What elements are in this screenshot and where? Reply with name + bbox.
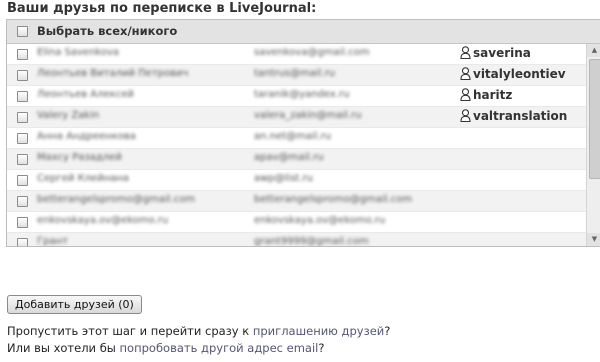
lj-username[interactable]: saverina [473, 46, 531, 60]
friend-email: taranik@yandex.ru [254, 89, 350, 100]
invite-friends-link[interactable]: приглашению друзей [253, 324, 384, 338]
friend-row: Elina Savenkova savenkova@gmail.com save… [7, 44, 587, 65]
page-title: Ваши друзья по переписке в LiveJournal: [7, 1, 317, 16]
other-email-suffix: ? [318, 341, 325, 355]
lj-username[interactable]: valtranslation [473, 109, 567, 123]
lj-user-link[interactable]: saverina [460, 46, 531, 60]
friend-checkbox[interactable] [17, 238, 28, 246]
friend-name: enkovskaya.ov@ekomo.ru [37, 215, 169, 226]
friend-checkbox[interactable] [17, 175, 28, 186]
friend-checkbox[interactable] [17, 154, 28, 165]
friend-row: Сергей Клейнана awp@list.ru [7, 170, 587, 191]
lj-user-link[interactable]: vitalyleontiev [460, 67, 566, 81]
friend-checkbox[interactable] [17, 112, 28, 123]
other-email-line: Или вы хотели бы попробовать другой адре… [7, 341, 324, 355]
scroll-up-arrow-icon[interactable]: ▲ [587, 44, 600, 57]
try-other-email-link[interactable]: попробовать другой адрес email [120, 341, 319, 355]
friend-name: Анна Андреенкова [37, 131, 136, 142]
friend-name: Elina Savenkova [37, 47, 120, 58]
friend-row: Махсу Разадлей apav@mail.ru [7, 149, 587, 170]
friend-name: Махсу Разадлей [37, 152, 122, 163]
lj-user-link[interactable]: haritz [460, 88, 512, 102]
friend-email: valera_zakin@mail.ru [254, 110, 362, 121]
friend-row: Леонтьев Виталий Петрович tantrus@mail.r… [7, 65, 587, 86]
skip-step-line: Пропустить этот шаг и перейти сразу к пр… [7, 324, 390, 338]
friend-checkbox[interactable] [17, 217, 28, 228]
list-scrollbar[interactable]: ▲ ▼ [586, 44, 600, 246]
lj-username[interactable]: haritz [473, 88, 512, 102]
scroll-down-arrow-icon[interactable]: ▼ [587, 233, 600, 246]
friend-checkbox[interactable] [17, 91, 28, 102]
friend-name: Valery Zakin [37, 110, 100, 121]
friend-email: betterangelspromo@gmail.com [254, 194, 413, 205]
lj-user-icon [460, 109, 471, 123]
friend-email: grant9999@gmail.com [254, 236, 369, 247]
friend-email: an.net@mail.ru [254, 131, 332, 142]
lj-user-icon [460, 67, 471, 81]
select-all-label[interactable]: Выбрать всех/никого [37, 24, 177, 38]
friend-email: awp@list.ru [254, 173, 313, 184]
friend-name: betterangelspromo@gmail.com [37, 194, 196, 205]
friend-email: savenkova@gmail.com [254, 47, 370, 58]
friend-row: Анна Андреенкова an.net@mail.ru [7, 128, 587, 149]
scrollbar-thumb[interactable] [589, 59, 600, 179]
friend-email: enkovskaya.ov@ekomo.ru [254, 215, 386, 226]
friend-row: Леонтьев Алексей taranik@yandex.ru harit… [7, 86, 587, 107]
lj-username[interactable]: vitalyleontiev [473, 67, 566, 81]
friend-checkbox[interactable] [17, 133, 28, 144]
skip-step-suffix: ? [384, 324, 391, 338]
lj-user-icon [460, 88, 471, 102]
other-email-text: Или вы хотели бы [7, 341, 120, 355]
lj-user-link[interactable]: valtranslation [460, 109, 567, 123]
friend-name: Сергей Клейнана [37, 173, 130, 184]
friends-list-panel: Выбрать всех/никого Elina Savenkova save… [6, 19, 600, 247]
friend-row: Valery Zakin valera_zakin@mail.ru valtra… [7, 107, 587, 128]
friend-row: betterangelspromo@gmail.com betterangels… [7, 191, 587, 212]
friend-row: Грант grant9999@gmail.com [7, 233, 587, 247]
select-all-row: Выбрать всех/никого [7, 20, 600, 44]
friend-checkbox[interactable] [17, 70, 28, 81]
friend-email: tantrus@mail.ru [254, 68, 336, 79]
friend-name: Грант [37, 236, 68, 247]
lj-user-icon [460, 46, 471, 60]
skip-step-text: Пропустить этот шаг и перейти сразу к [7, 324, 253, 338]
friend-checkbox[interactable] [17, 196, 28, 207]
friend-name: Леонтьев Виталий Петрович [37, 68, 189, 79]
friend-email: apav@mail.ru [254, 152, 324, 163]
friend-row: enkovskaya.ov@ekomo.ru enkovskaya.ov@eko… [7, 212, 587, 233]
select-all-checkbox[interactable] [17, 26, 28, 37]
add-friends-button[interactable]: Добавить друзей (0) [7, 295, 142, 314]
friend-name: Леонтьев Алексей [37, 89, 134, 100]
friend-checkbox[interactable] [17, 49, 28, 60]
